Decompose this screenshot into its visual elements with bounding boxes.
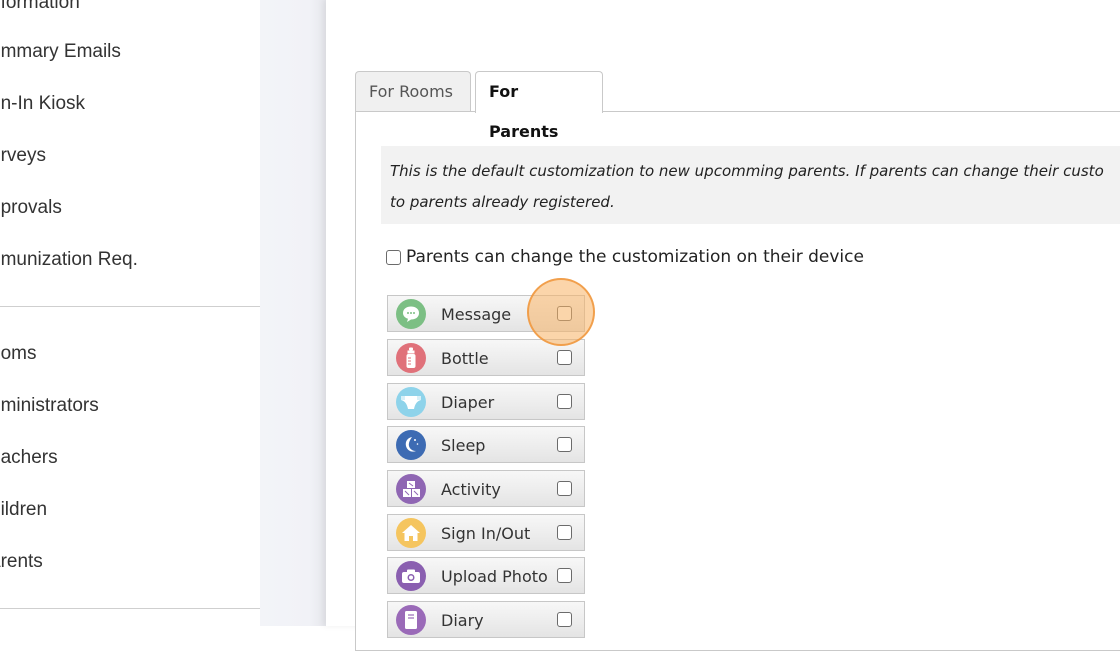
info-notice: This is the default customization to new… xyxy=(381,146,1120,224)
feature-row-diary[interactable]: Diary xyxy=(387,601,585,638)
home-icon xyxy=(396,518,426,548)
diary-icon xyxy=(396,605,426,635)
feature-row-upload-photo[interactable]: Upload Photo xyxy=(387,557,585,594)
sidebar: nformation ummary Emails gn-In Kiosk urv… xyxy=(0,0,260,626)
bottle-icon xyxy=(396,343,426,373)
feature-row-sleep[interactable]: Sleep xyxy=(387,426,585,463)
sidebar-divider xyxy=(0,306,260,307)
feature-checkbox[interactable] xyxy=(557,612,572,627)
feature-checkbox[interactable] xyxy=(557,394,572,409)
sidebar-item-sign-in-kiosk[interactable]: gn-In Kiosk xyxy=(0,89,85,119)
message-icon xyxy=(396,299,426,329)
sidebar-item-approvals[interactable]: pprovals xyxy=(0,193,62,223)
sidebar-item-rooms[interactable]: ooms xyxy=(0,339,36,369)
feature-row-diaper[interactable]: Diaper xyxy=(387,383,585,420)
feature-checkbox[interactable] xyxy=(557,525,572,540)
feature-label: Diary xyxy=(441,611,484,630)
sleep-icon xyxy=(396,430,426,460)
sidebar-item-children[interactable]: hildren xyxy=(0,495,47,525)
allow-change-checkbox[interactable] xyxy=(386,249,401,265)
diaper-icon xyxy=(396,387,426,417)
sidebar-divider xyxy=(0,608,260,609)
sidebar-item-summary-emails[interactable]: ummary Emails xyxy=(0,37,121,67)
feature-label: Sign In/Out xyxy=(441,524,531,543)
feature-row-sign-in-out[interactable]: Sign In/Out xyxy=(387,514,585,551)
notice-line-1: This is the default customization to new… xyxy=(390,162,1104,180)
feature-checkbox[interactable] xyxy=(557,306,572,321)
panel-gutter xyxy=(260,0,326,626)
feature-row-activity[interactable]: Activity xyxy=(387,470,585,507)
notice-line-2: to parents already registered. xyxy=(390,193,615,211)
feature-label: Sleep xyxy=(441,436,486,455)
allow-change-row: Parents can change the customization on … xyxy=(386,246,864,268)
feature-checkbox[interactable] xyxy=(557,568,572,583)
feature-row-bottle[interactable]: Bottle xyxy=(387,339,585,376)
tab-for-parents[interactable]: For Parents xyxy=(475,71,603,141)
feature-label: Activity xyxy=(441,480,501,499)
feature-label: Upload Photo xyxy=(441,567,548,586)
feature-row-message[interactable]: Message xyxy=(387,295,585,332)
feature-label: Message xyxy=(441,305,512,324)
sidebar-item-information[interactable]: nformation xyxy=(0,0,80,18)
allow-change-label[interactable]: Parents can change the customization on … xyxy=(406,247,864,267)
sidebar-item-teachers[interactable]: eachers xyxy=(0,443,58,473)
sidebar-item-administrators[interactable]: dministrators xyxy=(0,391,99,421)
feature-checkbox[interactable] xyxy=(557,437,572,452)
sidebar-item-immunization-req[interactable]: nmunization Req. xyxy=(0,245,138,275)
tab-for-rooms[interactable]: For Rooms xyxy=(355,71,471,111)
feature-label: Bottle xyxy=(441,349,489,368)
feature-checkbox[interactable] xyxy=(557,350,572,365)
sidebar-item-parents[interactable]: arents xyxy=(0,547,43,577)
feature-label: Diaper xyxy=(441,393,495,412)
camera-icon xyxy=(396,561,426,591)
feature-checkbox[interactable] xyxy=(557,481,572,496)
activity-icon xyxy=(396,474,426,504)
sidebar-item-surveys[interactable]: urveys xyxy=(0,141,46,171)
